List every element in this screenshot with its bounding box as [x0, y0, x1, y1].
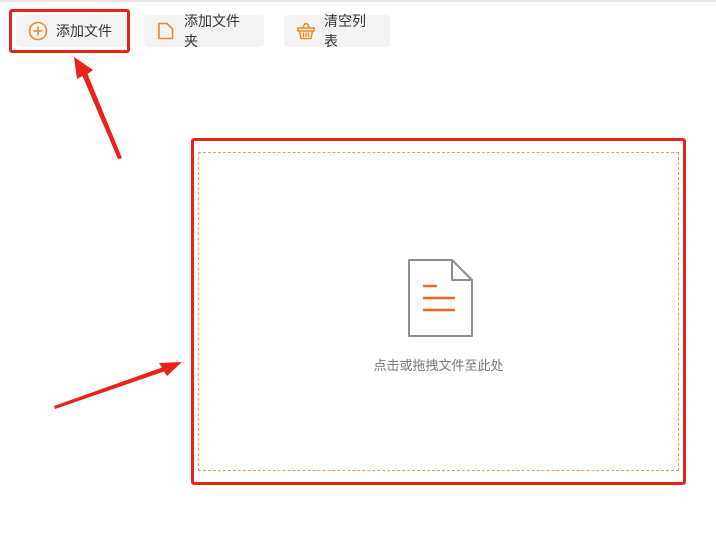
- add-folder-button[interactable]: 添加文件夹: [144, 14, 264, 50]
- document-icon: [405, 257, 475, 343]
- arrow-to-drop-zone: [54, 362, 182, 409]
- clear-list-button[interactable]: 清空列表: [284, 14, 390, 50]
- top-divider: [0, 0, 716, 2]
- drop-hint-text: 点击或拖拽文件至此处: [373, 359, 504, 374]
- basket-icon: [296, 21, 316, 41]
- plus-circle-icon: [28, 21, 48, 41]
- add-file-button[interactable]: 添加文件: [16, 15, 126, 47]
- file-drop-zone[interactable]: 点击或拖拽文件至此处: [198, 152, 679, 471]
- add-file-label: 添加文件: [56, 24, 112, 40]
- clear-list-label: 清空列表: [324, 14, 366, 50]
- arrow-to-add-file: [74, 57, 122, 159]
- add-folder-label: 添加文件夹: [184, 14, 240, 50]
- folder-icon: [156, 21, 176, 41]
